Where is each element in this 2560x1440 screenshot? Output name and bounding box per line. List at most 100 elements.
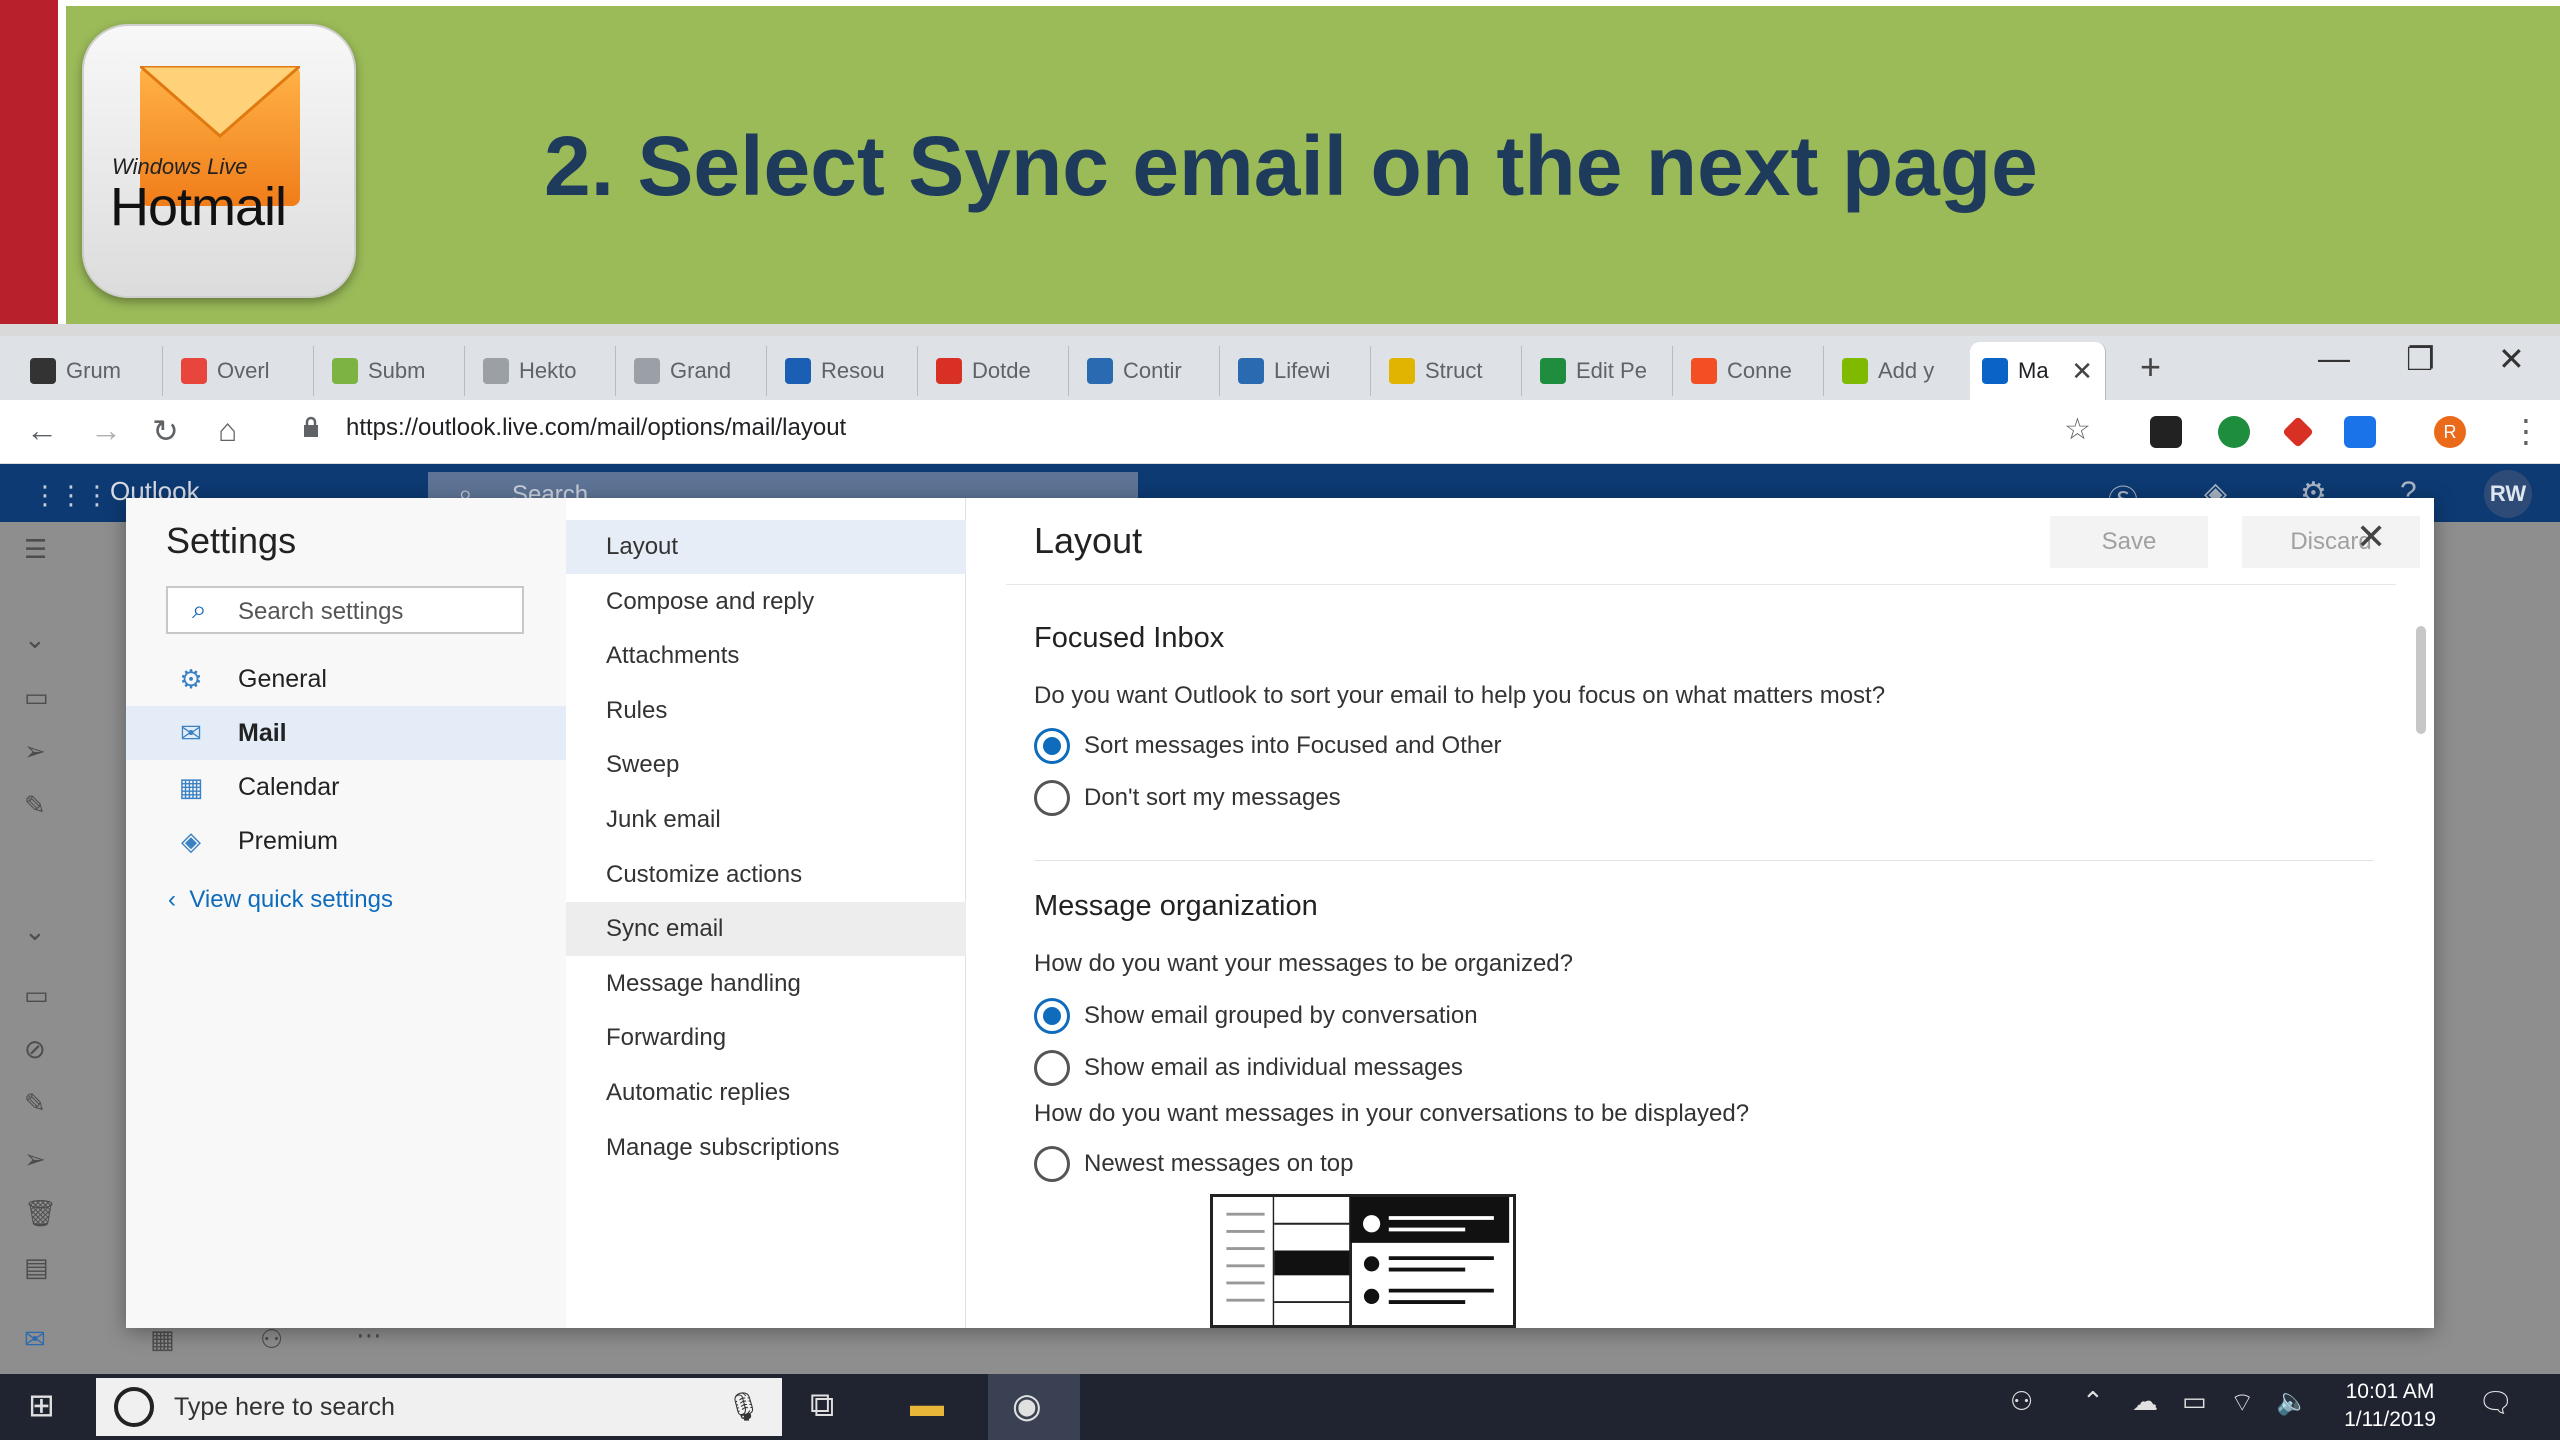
mail-settings-item[interactable]: Sync email xyxy=(566,902,966,957)
mail-settings-item[interactable]: Compose and reply xyxy=(566,575,966,629)
browser-tab[interactable]: Struct xyxy=(1377,346,1522,396)
tab-label: Edit Pe xyxy=(1576,358,1647,383)
hamburger-icon[interactable]: ☰ xyxy=(24,534,47,565)
cloud-icon[interactable]: ☁ xyxy=(2132,1386,2158,1417)
focused-sort-option[interactable]: Sort messages into Focused and Other xyxy=(1034,728,1502,764)
mail-settings-item[interactable]: Forwarding xyxy=(566,1011,966,1065)
microphone-icon[interactable]: 🎙 xyxy=(726,1390,762,1423)
settings-category-calendar[interactable]: ▦ Calendar xyxy=(126,760,566,814)
search-icon: ⌕ xyxy=(192,594,207,624)
calendar-nav-icon[interactable]: ▦ xyxy=(150,1324,175,1355)
mail-settings-item[interactable]: Automatic replies xyxy=(566,1066,966,1120)
sent-icon[interactable]: ➢ xyxy=(24,1144,46,1175)
tab-close-icon[interactable]: ✕ xyxy=(2071,356,2093,387)
browser-tab[interactable]: Contir xyxy=(1075,346,1220,396)
forward-arrow-icon[interactable]: → xyxy=(90,412,122,449)
window-close-button[interactable]: ✕ xyxy=(2498,340,2525,378)
mail-settings-item[interactable]: Sweep xyxy=(566,738,966,792)
trash-icon[interactable]: 🗑 xyxy=(24,1198,57,1229)
taskbar-clock[interactable]: 10:01 AM 1/11/2019 xyxy=(2320,1378,2460,1434)
save-button[interactable]: Save xyxy=(2050,516,2208,568)
radio-selected[interactable] xyxy=(1034,728,1070,764)
extension-chat-icon[interactable] xyxy=(2218,416,2250,448)
settings-category-premium[interactable]: ◈ Premium xyxy=(126,814,566,868)
wifi-icon[interactable]: ⌔ xyxy=(2230,1386,2254,1419)
sent-icon[interactable]: ➢ xyxy=(24,736,46,767)
tab-label: Struct xyxy=(1425,358,1483,383)
scrollbar-thumb[interactable] xyxy=(2416,626,2426,734)
browser-tab[interactable]: Add y xyxy=(1830,346,1975,396)
home-icon[interactable]: ⌂ xyxy=(218,412,237,449)
url-field[interactable]: https://outlook.live.com/mail/options/ma… xyxy=(346,414,846,442)
extension-pen-icon[interactable] xyxy=(2282,416,2314,448)
banner-red-bar xyxy=(0,0,58,336)
browser-tab[interactable]: Edit Pe xyxy=(1528,346,1673,396)
browser-tab[interactable]: Grum xyxy=(18,346,163,396)
file-explorer-icon[interactable]: ▬ xyxy=(910,1386,944,1425)
settings-category-mail[interactable]: ✉ Mail xyxy=(126,706,566,760)
reload-icon[interactable]: ↻ xyxy=(152,412,179,450)
people-nav-icon[interactable]: ⚇ xyxy=(260,1324,283,1355)
radio-selected[interactable] xyxy=(1034,998,1070,1034)
browser-tab[interactable]: Dotde xyxy=(924,346,1069,396)
mail-settings-item[interactable]: Rules xyxy=(566,684,966,738)
bookmark-star-icon[interactable]: ☆ xyxy=(2064,412,2091,447)
back-arrow-icon[interactable]: ← xyxy=(26,412,58,449)
radio-unselected[interactable] xyxy=(1034,780,1070,816)
extension-blue-icon[interactable] xyxy=(2344,416,2376,448)
individual-messages-option[interactable]: Show email as individual messages xyxy=(1034,1050,1463,1086)
mail-settings-item[interactable]: Manage subscriptions xyxy=(566,1121,966,1175)
dont-sort-option[interactable]: Don't sort my messages xyxy=(1034,780,1341,816)
browser-tab[interactable]: Hekto xyxy=(471,346,616,396)
mail-nav-icon[interactable]: ✉ xyxy=(24,1324,46,1355)
gear-icon: ⚙ xyxy=(179,663,203,694)
user-avatar[interactable]: RW xyxy=(2484,470,2532,518)
profile-avatar[interactable]: R xyxy=(2434,416,2466,448)
dont-sort-label: Don't sort my messages xyxy=(1084,784,1341,811)
radio-unselected[interactable] xyxy=(1034,1050,1070,1086)
browser-tab[interactable]: Conne xyxy=(1679,346,1824,396)
minimize-button[interactable]: — xyxy=(2318,340,2350,377)
grouped-conversation-option[interactable]: Show email grouped by conversation xyxy=(1034,998,1478,1034)
browser-tab[interactable]: Resou xyxy=(773,346,918,396)
archive-icon[interactable]: ▤ xyxy=(24,1252,49,1283)
browser-tab[interactable]: Lifewi xyxy=(1226,346,1371,396)
tab-active[interactable]: Ma ✕ xyxy=(1970,342,2106,400)
mail-settings-item[interactable]: Message handling xyxy=(566,957,966,1011)
volume-icon[interactable]: 🔈 xyxy=(2276,1386,2308,1417)
mail-settings-item[interactable]: Layout xyxy=(566,520,966,574)
draft-pencil-icon[interactable]: ✎ xyxy=(24,1088,46,1119)
new-tab-button[interactable]: + xyxy=(2140,346,2161,388)
browser-tab[interactable]: Overl xyxy=(169,346,314,396)
battery-icon[interactable]: ▭ xyxy=(2182,1386,2207,1417)
browser-tab[interactable]: Grand xyxy=(622,346,767,396)
close-icon[interactable]: ✕ xyxy=(2356,516,2386,558)
chevron-down-icon[interactable]: ⌄ xyxy=(24,916,46,947)
notification-icon[interactable]: 🗨 xyxy=(2478,1386,2514,1419)
mail-settings-item[interactable]: Customize actions xyxy=(566,848,966,902)
settings-category-general[interactable]: ⚙ General xyxy=(126,652,566,706)
chevron-up-icon[interactable]: ⌃ xyxy=(2082,1386,2104,1417)
task-view-icon[interactable]: ⧉ xyxy=(810,1386,834,1425)
inbox-icon[interactable]: ▭ xyxy=(24,980,49,1011)
windows-start-icon[interactable]: ⊞ xyxy=(28,1386,55,1424)
discard-button[interactable]: Discard xyxy=(2242,516,2420,568)
taskbar-search-box[interactable]: Type here to search 🎙 xyxy=(96,1378,782,1436)
extension-icon[interactable] xyxy=(2150,416,2182,448)
mail-settings-item[interactable]: Junk email xyxy=(566,793,966,847)
junk-icon[interactable]: ⊘ xyxy=(24,1034,46,1065)
chrome-icon[interactable]: ◉ xyxy=(1012,1386,1042,1426)
inbox-icon[interactable]: ▭ xyxy=(24,682,49,713)
newest-on-top-option[interactable]: Newest messages on top xyxy=(1034,1146,1353,1182)
app-launcher-icon[interactable]: ⋮⋮⋮ xyxy=(32,480,110,511)
view-quick-settings-link[interactable]: ‹ View quick settings xyxy=(168,886,393,914)
people-icon[interactable]: ⚇ xyxy=(2010,1386,2033,1417)
settings-search-input[interactable]: ⌕ Search settings xyxy=(166,586,524,634)
chevron-down-icon[interactable]: ⌄ xyxy=(24,624,46,655)
menu-kebab-icon[interactable]: ⋮ xyxy=(2510,412,2542,450)
restore-button[interactable]: ❐ xyxy=(2406,340,2435,378)
browser-tab[interactable]: Subm xyxy=(320,346,465,396)
mail-settings-item[interactable]: Attachments xyxy=(566,629,966,683)
radio-unselected[interactable] xyxy=(1034,1146,1070,1182)
draft-pencil-icon[interactable]: ✎ xyxy=(24,790,46,821)
